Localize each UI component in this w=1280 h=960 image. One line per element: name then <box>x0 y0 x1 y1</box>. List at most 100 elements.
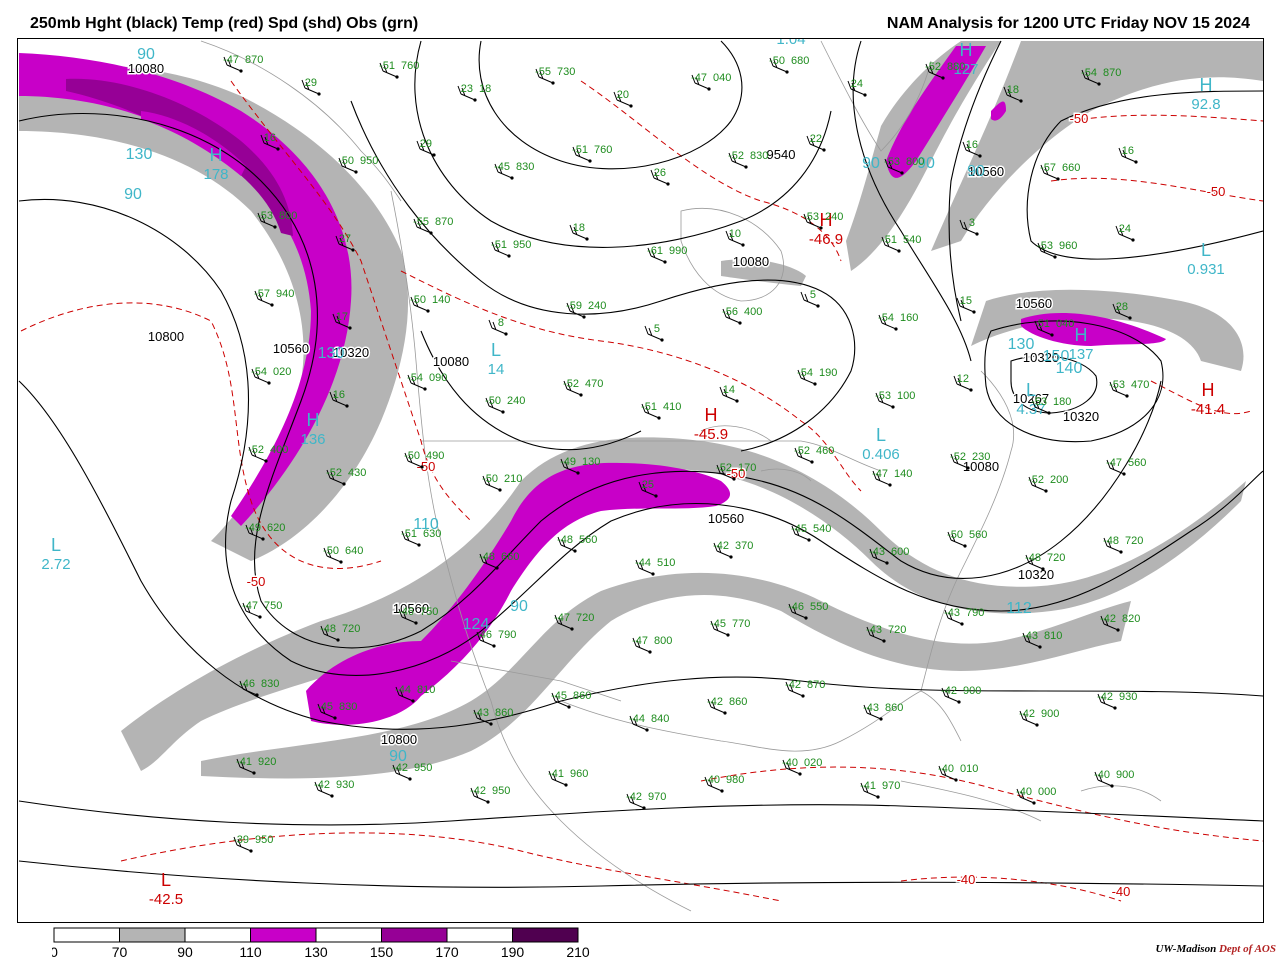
obs-temperature: -47 <box>554 612 570 624</box>
station-dot <box>317 92 321 96</box>
obs-temperature: -51 <box>572 144 588 156</box>
obs-height: 720 <box>1125 535 1143 547</box>
obs-height: 870 <box>807 679 825 691</box>
height-contour <box>420 330 642 451</box>
center-letter-high: H <box>1202 380 1215 400</box>
obs-height: 760 <box>594 144 612 156</box>
obs-height: 020 <box>273 366 291 378</box>
station-dot <box>252 771 256 775</box>
obs-temperature: -45 <box>791 523 807 535</box>
obs-temperature: -40 <box>1016 786 1032 798</box>
station-dot <box>822 148 826 152</box>
obs-temperature: 14 <box>723 384 735 396</box>
obs-temperature: -41 <box>860 780 876 792</box>
obs-height: 560 <box>1128 457 1146 469</box>
center-letter-high: H <box>210 145 223 165</box>
obs-temperature: -51 <box>379 60 395 72</box>
center-letter-high: H <box>1200 75 1213 95</box>
obs-temperature: -50 <box>338 155 354 167</box>
obs-temperature: -54 <box>251 366 267 378</box>
station-dot <box>261 537 265 541</box>
station-dot <box>1056 177 1060 181</box>
obs-temperature: -48 <box>1103 535 1119 547</box>
station-dot <box>879 717 883 721</box>
obs-temperature: -48 <box>1025 552 1041 564</box>
obs-temperature: -53 <box>803 211 819 223</box>
station-dot <box>1119 550 1123 554</box>
station-dot <box>957 700 961 704</box>
obs-height: 140 <box>432 294 450 306</box>
station-dot <box>339 560 343 564</box>
center-letter-low: L <box>491 340 501 360</box>
obs-height: 800 <box>654 635 672 647</box>
obs-temperature: 5 <box>654 323 660 335</box>
obs-temperature: -52 <box>563 378 579 390</box>
obs-height: 100 <box>897 390 915 402</box>
obs-temperature: -44 <box>635 557 651 569</box>
station-dot <box>891 405 895 409</box>
obs-temperature: -51 <box>881 234 897 246</box>
obs-height: 810 <box>417 684 435 696</box>
station-dot <box>564 783 568 787</box>
station-dot <box>741 243 745 247</box>
station-dot <box>876 795 880 799</box>
obs-height: 010 <box>960 763 978 775</box>
obs-temperature: -40 <box>704 774 720 786</box>
obs-temperature: 16 <box>966 139 978 151</box>
station-dot <box>264 459 268 463</box>
obs-height: 860 <box>729 696 747 708</box>
obs-temperature: 3 <box>969 217 975 229</box>
obs-height: 000 <box>1038 786 1056 798</box>
station-dot <box>978 154 982 158</box>
legend-swatch <box>184 927 251 943</box>
height-label: 10080 <box>128 61 164 76</box>
obs-temperature: -53 <box>884 156 900 168</box>
obs-height: 760 <box>401 60 419 72</box>
obs-temperature: -40 <box>782 757 798 769</box>
station-dot <box>954 778 958 782</box>
station-dot <box>645 728 649 732</box>
center-value: 136 <box>300 431 325 448</box>
station-dot <box>1044 489 1048 493</box>
station-dot <box>735 399 739 403</box>
height-label: 10080 <box>733 254 769 269</box>
obs-temperature: -54 <box>1081 67 1097 79</box>
height-label: 10560 <box>708 511 744 526</box>
obs-height: 510 <box>657 557 675 569</box>
gulf-coastline <box>560 690 962 752</box>
obs-temperature: 16 <box>264 132 276 144</box>
station-dot <box>1134 160 1138 164</box>
obs-temperature: 29 <box>305 77 317 89</box>
station-dot <box>666 182 670 186</box>
obs-height: 410 <box>663 401 681 413</box>
obs-height: 830 <box>750 150 768 162</box>
obs-temperature: -47 <box>632 635 648 647</box>
station-dot <box>1122 472 1126 476</box>
obs-temperature: -42 <box>1097 691 1113 703</box>
station-dot <box>813 382 817 386</box>
obs-height: 560 <box>969 529 987 541</box>
obs-temperature: -52 <box>728 150 744 162</box>
obs-height: 750 <box>420 606 438 618</box>
obs-temperature: -47 <box>1106 457 1122 469</box>
obs-temperature: -48 <box>320 623 336 635</box>
center-value: 0.931 <box>1187 261 1225 278</box>
station-dot <box>726 633 730 637</box>
obs-height: 720 <box>888 624 906 636</box>
obs-temperature: -45 <box>494 161 510 173</box>
station-dot <box>507 254 511 258</box>
legend-tick-label: 90 <box>177 944 193 960</box>
obs-temperature: -53 <box>875 390 891 402</box>
obs-height: 940 <box>276 288 294 300</box>
obs-temperature: -56 <box>722 306 738 318</box>
obs-temperature: 27 <box>339 233 351 245</box>
station-dot <box>798 772 802 776</box>
center-value: 2.72 <box>41 556 70 573</box>
obs-temperature: -45 <box>551 690 567 702</box>
legend-tick-label: 190 <box>501 944 525 960</box>
obs-height: 950 <box>492 785 510 797</box>
obs-temperature: -52 <box>925 61 941 73</box>
station-dot <box>966 466 970 470</box>
isotach-label: 130 <box>126 146 153 163</box>
station-dot <box>1035 723 1039 727</box>
